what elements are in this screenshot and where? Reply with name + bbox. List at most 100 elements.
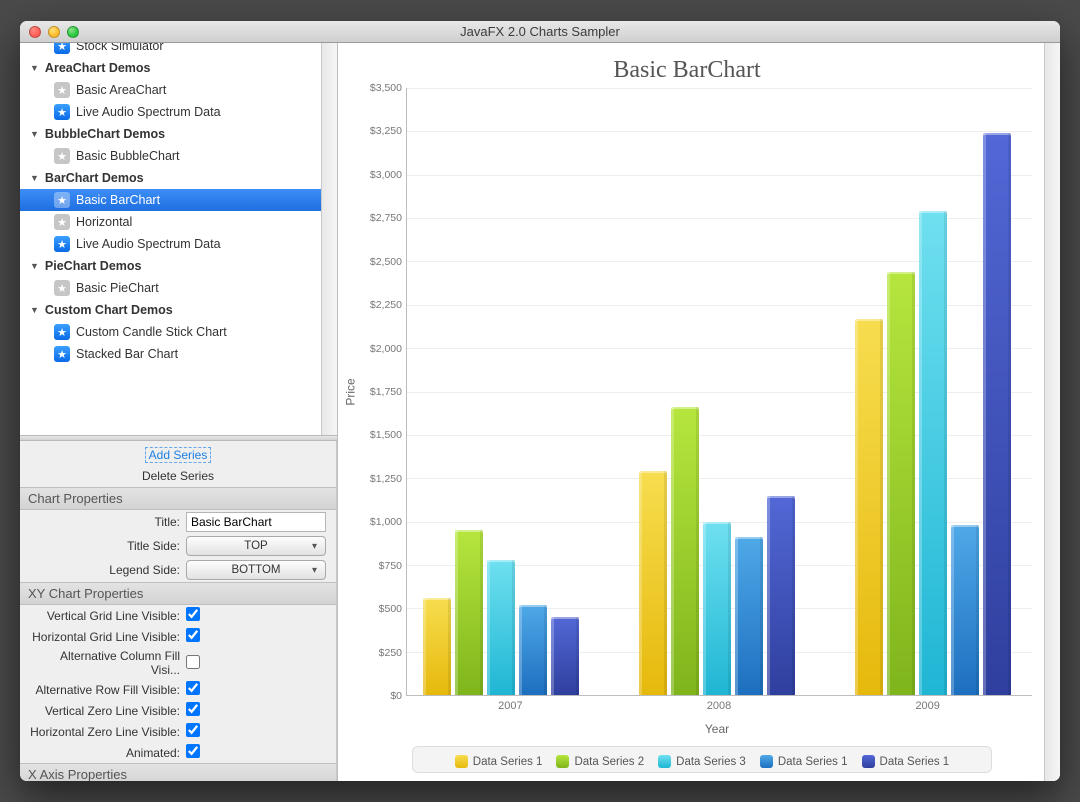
tree-item[interactable]: Live Audio Spectrum Data — [20, 233, 321, 255]
y-tick: $2,250 — [370, 299, 402, 311]
tree-item[interactable]: Basic BubbleChart — [20, 145, 321, 167]
title-side-combo[interactable]: TOP — [186, 536, 326, 556]
star-icon — [54, 346, 70, 362]
star-icon — [54, 82, 70, 98]
legend-item: Data Series 2 — [556, 755, 644, 768]
tree-item-label: Horizontal — [76, 215, 132, 229]
sidebar: Stock Simulator AreaChart Demos Basic Area… — [20, 43, 338, 781]
y-tick: $3,500 — [370, 82, 402, 94]
prop-checkbox[interactable] — [186, 723, 200, 737]
y-axis: $0$250$500$750$1,000$1,250$1,500$1,750$2… — [360, 88, 406, 696]
x-tick: 2009 — [823, 696, 1032, 726]
star-icon — [54, 236, 70, 252]
star-icon — [54, 104, 70, 120]
y-tick: $3,250 — [370, 125, 402, 137]
legend-item: Data Series 1 — [455, 755, 543, 768]
legend-label: Data Series 3 — [676, 756, 746, 768]
prop-checkbox[interactable] — [186, 681, 200, 695]
props-scrollbar[interactable] — [336, 441, 337, 781]
x-tick: 2007 — [406, 696, 615, 726]
star-icon — [54, 280, 70, 296]
legend-side-combo[interactable]: BOTTOM — [186, 560, 326, 580]
tree-item-label: Live Audio Spectrum Data — [76, 237, 221, 251]
y-tick: $500 — [379, 603, 402, 615]
chart-props-header: Chart Properties — [20, 487, 336, 510]
y-tick: $0 — [390, 690, 402, 702]
legend-swatch-icon — [862, 755, 875, 768]
tree-item[interactable]: Basic AreaChart — [20, 79, 321, 101]
bar — [887, 272, 915, 695]
bar — [855, 319, 883, 695]
plot-area — [406, 88, 1032, 696]
prop-label: Horizontal Zero Line Visible: — [30, 725, 180, 739]
properties-panel: Add Series Delete Series Chart Propertie… — [20, 441, 336, 781]
tree-item-label: Stacked Bar Chart — [76, 347, 178, 361]
y-tick: $2,500 — [370, 256, 402, 268]
legend-item: Data Series 1 — [862, 755, 950, 768]
bar — [919, 211, 947, 695]
title-side-label: Title Side: — [30, 539, 180, 553]
star-icon — [54, 43, 70, 54]
star-icon — [54, 324, 70, 340]
xaxis-props-header: X Axis Properties — [20, 763, 336, 781]
legend-swatch-icon — [556, 755, 569, 768]
legend-label: Data Series 1 — [880, 756, 950, 768]
star-icon — [54, 148, 70, 164]
prop-label: Animated: — [30, 746, 180, 760]
tree-item[interactable]: Horizontal — [20, 211, 321, 233]
prop-label: Vertical Grid Line Visible: — [30, 609, 180, 623]
title-field[interactable] — [186, 512, 326, 532]
y-tick: $750 — [379, 560, 402, 572]
chart-scrollbar[interactable] — [1044, 43, 1060, 781]
star-icon — [54, 214, 70, 230]
bar — [519, 605, 547, 695]
prop-checkbox[interactable] — [186, 702, 200, 716]
prop-checkbox[interactable] — [186, 607, 200, 621]
prop-label: Alternative Column Fill Visi... — [30, 649, 180, 677]
titlebar: JavaFX 2.0 Charts Sampler — [20, 21, 1060, 43]
prop-checkbox[interactable] — [186, 628, 200, 642]
bar — [423, 598, 451, 695]
window-title: JavaFX 2.0 Charts Sampler — [20, 24, 1060, 39]
add-series-button[interactable]: Add Series — [145, 447, 212, 463]
tree-item-label: Basic BarChart — [76, 193, 160, 207]
tree-item[interactable]: Basic PieChart — [20, 277, 321, 299]
tree-item-label: Custom Candle Stick Chart — [76, 325, 227, 339]
bar — [671, 407, 699, 695]
tree-item[interactable]: Custom Candle Stick Chart — [20, 321, 321, 343]
app-window: JavaFX 2.0 Charts Sampler Stock Simulato… — [20, 21, 1060, 781]
tree-item[interactable]: Live Audio Spectrum Data — [20, 101, 321, 123]
tree-item-label: Live Audio Spectrum Data — [76, 105, 221, 119]
tree-group[interactable]: Custom Chart Demos — [20, 299, 321, 321]
x-tick: 2008 — [615, 696, 824, 726]
bar — [767, 496, 795, 695]
tree-item[interactable]: Basic BarChart — [20, 189, 321, 211]
demo-tree[interactable]: Stock Simulator AreaChart Demos Basic Area… — [20, 43, 321, 435]
tree-item-label: Basic AreaChart — [76, 83, 166, 97]
legend-item: Data Series 3 — [658, 755, 746, 768]
tree-group[interactable]: BarChart Demos — [20, 167, 321, 189]
tree-group[interactable]: AreaChart Demos — [20, 57, 321, 79]
y-axis-label: Price — [342, 88, 360, 696]
tree-item-label: Basic PieChart — [76, 281, 159, 295]
y-tick: $2,750 — [370, 212, 402, 224]
legend-label: Data Series 1 — [778, 756, 848, 768]
prop-checkbox[interactable] — [186, 744, 200, 758]
legend-swatch-icon — [455, 755, 468, 768]
star-icon — [54, 192, 70, 208]
chart-title: Basic BarChart — [342, 57, 1032, 84]
prop-label: Horizontal Grid Line Visible: — [30, 630, 180, 644]
tree-scrollbar[interactable] — [321, 43, 337, 435]
tree-item[interactable]: Stock Simulator — [20, 43, 321, 57]
tree-item[interactable]: Stacked Bar Chart — [20, 343, 321, 365]
y-tick: $1,500 — [370, 429, 402, 441]
tree-group[interactable]: PieChart Demos — [20, 255, 321, 277]
legend-item: Data Series 1 — [760, 755, 848, 768]
tree-group[interactable]: BubbleChart Demos — [20, 123, 321, 145]
legend-side-label: Legend Side: — [30, 563, 180, 577]
prop-checkbox[interactable] — [186, 655, 200, 669]
tree-item-label: Stock Simulator — [76, 43, 164, 53]
legend-swatch-icon — [760, 755, 773, 768]
tree-item-label: Basic BubbleChart — [76, 149, 180, 163]
delete-series-button[interactable]: Delete Series — [142, 469, 214, 483]
